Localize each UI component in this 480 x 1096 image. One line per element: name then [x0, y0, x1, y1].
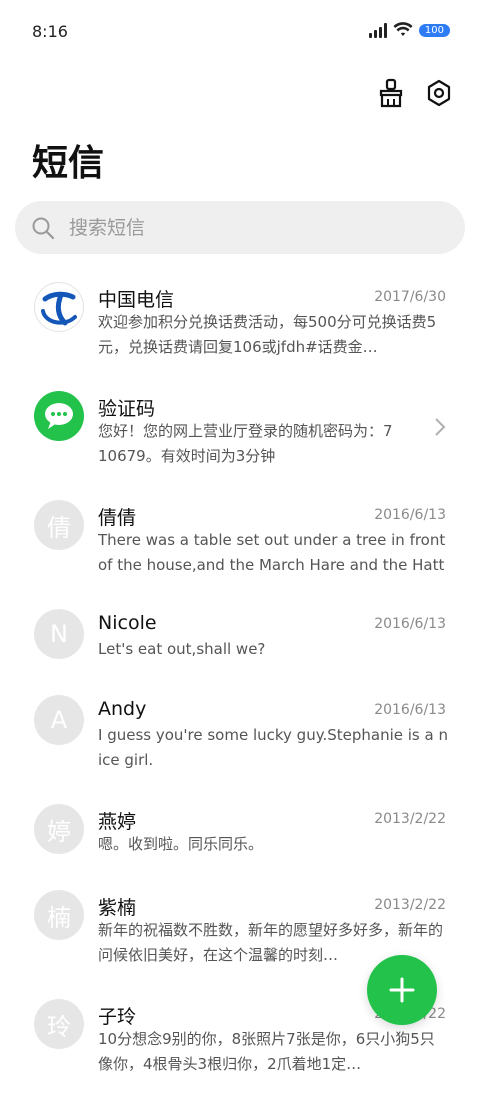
- message-preview: Let's eat out,shall we?: [98, 640, 266, 658]
- message-preview: There was a table set out under a tree i…: [98, 531, 446, 574]
- toolbar: [376, 78, 454, 108]
- message-preview: 10分想念9别的你，8张照片7张是你，6只小狗5只像你，4根骨头3根归你，2爪着…: [98, 1030, 435, 1073]
- avatar: A: [34, 695, 84, 745]
- compose-button[interactable]: [367, 955, 437, 1025]
- avatar: 玲: [34, 999, 84, 1049]
- search-input[interactable]: [67, 215, 431, 240]
- settings-icon[interactable]: [424, 78, 454, 108]
- list-item[interactable]: A Andy 2016/6/13 I guess you're some luc…: [0, 683, 480, 792]
- message-preview: 您好！您的网上营业厅登录的随机密码为：710679。有效时间为3分钟: [98, 422, 393, 465]
- message-preview: 嗯。收到啦。同乐同乐。: [98, 835, 264, 853]
- message-bubble-icon: [34, 391, 84, 441]
- search-bar[interactable]: [15, 201, 465, 254]
- avatar: N: [34, 609, 84, 659]
- status-icons: 100: [368, 22, 450, 38]
- status-time: 8:16: [32, 22, 68, 41]
- contact-name: 中国电信: [98, 289, 175, 311]
- message-preview: I guess you're some lucky guy.Stephanie …: [98, 726, 448, 769]
- battery-badge: 100: [418, 23, 450, 37]
- avatar: 楠: [34, 890, 84, 940]
- list-item[interactable]: N Nicole 2016/6/13 Let's eat out,shall w…: [0, 597, 480, 683]
- list-item[interactable]: 验证码 您好！您的网上营业厅登录的随机密码为：710679。有效时间为3分钟: [0, 379, 480, 488]
- contact-name: 倩倩: [98, 507, 137, 529]
- message-date: 2013/2/22: [374, 897, 446, 913]
- message-date: 2017/6/30: [374, 289, 446, 305]
- contact-name: Nicole: [98, 612, 157, 634]
- page-title: 短信: [32, 143, 105, 184]
- message-date: 2016/6/13: [374, 702, 446, 718]
- chevron-right-icon: [435, 418, 446, 436]
- list-item[interactable]: 倩 倩倩 2016/6/13 There was a table set out…: [0, 488, 480, 597]
- message-date: 2013/2/22: [374, 811, 446, 827]
- contact-name: 燕婷: [98, 811, 137, 833]
- message-preview: 欢迎参加积分兑换话费活动，每500分可兑换话费5元，兑换话费请回复106或jfd…: [98, 313, 437, 356]
- contact-name: 子玲: [98, 1006, 137, 1028]
- contact-name: 紫楠: [98, 897, 137, 919]
- list-item[interactable]: 中国电信 2017/6/30 欢迎参加积分兑换话费活动，每500分可兑换话费5元…: [0, 270, 480, 379]
- wifi-icon: [393, 22, 413, 36]
- avatar: 倩: [34, 500, 84, 550]
- search-icon: [32, 217, 55, 239]
- signal-icon: [368, 22, 387, 38]
- china-telecom-logo: [34, 282, 84, 332]
- brush-icon[interactable]: [376, 78, 406, 108]
- plus-icon: [389, 977, 415, 1003]
- avatar: 婷: [34, 804, 84, 854]
- contact-name: Andy: [98, 698, 147, 720]
- status-bar: 8:16 100: [0, 0, 480, 66]
- contact-name: 验证码: [98, 398, 156, 420]
- message-date: 2016/6/13: [374, 616, 446, 632]
- message-date: 2016/6/13: [374, 507, 446, 523]
- list-item[interactable]: 婷 燕婷 2013/2/22 嗯。收到啦。同乐同乐。: [0, 792, 480, 878]
